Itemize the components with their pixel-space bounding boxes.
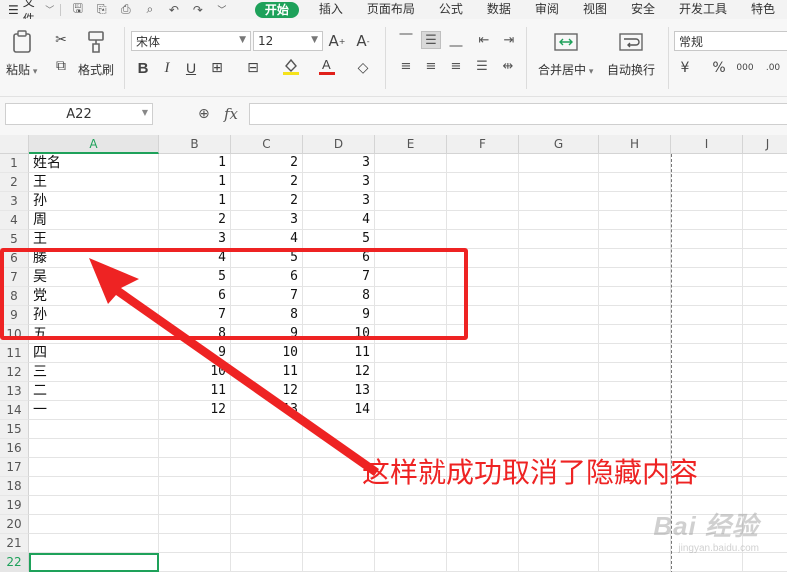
baidu-watermark: Bai 经验 jingyan.baidu.com xyxy=(609,506,759,566)
watermark-url: jingyan.baidu.com xyxy=(678,543,759,554)
annotation-text: 这样就成功取消了隐藏内容 xyxy=(362,456,699,489)
arrow-shape xyxy=(89,258,379,476)
watermark-logo-text: Bai 经验 xyxy=(653,511,759,541)
